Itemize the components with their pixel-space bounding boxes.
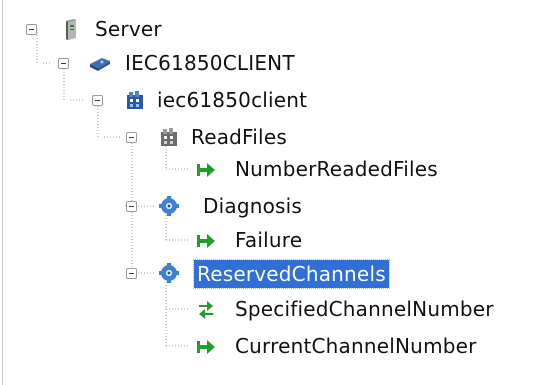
logical-node-icon: [158, 126, 180, 148]
tree-node-label: ReadFiles: [191, 125, 287, 149]
logical-node-blue-icon: [158, 262, 180, 284]
tree-leaf-failure[interactable]: Failure: [0, 226, 360, 256]
tree-node-label: iec61850client: [157, 88, 308, 112]
tree-node-label: Failure: [235, 228, 303, 252]
tree-node-diagnosis[interactable]: Diagnosis: [0, 192, 360, 222]
data-arrow-icon: [195, 230, 217, 252]
logical-device-icon: [124, 89, 146, 111]
tree-leaf-currentchannelnumber[interactable]: CurrentChannelNumber: [0, 332, 552, 362]
tree-leaf-specifiedchannelnumber[interactable]: SpecifiedChannelNumber: [0, 295, 552, 325]
data-arrow-icon: [195, 159, 217, 181]
tree-node-label: IEC61850CLIENT: [125, 51, 295, 75]
tree-view[interactable]: Server IEC61850CLIENT iec61850client Rea…: [0, 0, 552, 385]
tree-node-reservedchannels[interactable]: ReservedChannels: [0, 259, 460, 289]
device-icon: [88, 53, 110, 75]
collapse-toggle[interactable]: [26, 24, 37, 35]
server-icon: [60, 18, 82, 40]
tree-node-label-selected: ReservedChannels: [193, 259, 390, 289]
tree-node-label: Server: [95, 17, 162, 41]
tree-node-server[interactable]: Server: [0, 14, 200, 44]
collapse-toggle[interactable]: [92, 95, 103, 106]
collapse-toggle[interactable]: [126, 268, 137, 279]
tree-leaf-numberreadedfiles[interactable]: NumberReadedFiles: [0, 155, 552, 185]
tree-node-label: SpecifiedChannelNumber: [235, 297, 494, 321]
tree-node-label: CurrentChannelNumber: [235, 334, 477, 358]
tree-node-label: NumberReadedFiles: [235, 157, 438, 181]
collapse-toggle[interactable]: [126, 132, 137, 143]
tree-node-label: Diagnosis: [203, 194, 303, 218]
bidirectional-arrow-icon: [195, 299, 217, 321]
collapse-toggle[interactable]: [126, 201, 137, 212]
logical-node-blue-icon: [158, 195, 180, 217]
tree-node-logical-device[interactable]: iec61850client: [0, 86, 360, 116]
tree-node-readfiles[interactable]: ReadFiles: [0, 123, 360, 153]
collapse-toggle[interactable]: [58, 58, 69, 69]
data-arrow-icon: [195, 336, 217, 358]
tree-node-ied[interactable]: IEC61850CLIENT: [0, 49, 320, 79]
